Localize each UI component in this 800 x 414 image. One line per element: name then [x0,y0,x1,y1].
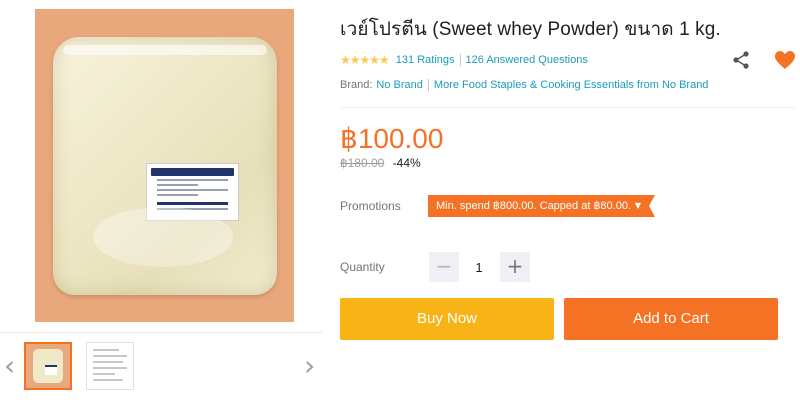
product-gallery: ‹ › [0,0,325,414]
buy-now-button[interactable]: Buy Now [340,298,554,340]
share-icon[interactable] [731,50,751,70]
thumbnail-divider [0,332,322,333]
chevron-down-icon: ▼ [634,201,642,210]
chevron-right-icon[interactable]: › [304,352,320,380]
price-details: ฿180.00 -44% [340,156,421,170]
whey-bag-illustration [53,37,277,295]
rating-row: ★★★★★ 131 Ratings 126 Answered Questions [340,53,588,67]
section-divider [340,107,796,108]
bag-label [146,163,239,221]
separator [459,54,461,66]
quantity-input[interactable] [462,252,496,282]
promotion-tag[interactable]: Min. spend ฿800.00. Capped at ฿80.00. ▼ [428,195,655,217]
brand-row: Brand: No Brand More Food Staples & Cook… [340,78,708,92]
thumbnail-1[interactable] [24,342,72,390]
heart-icon[interactable] [774,50,796,70]
brand-label: Brand: [340,79,373,91]
discount-badge: -44% [392,156,421,170]
more-from-brand-link[interactable]: More Food Staples & Cooking Essentials f… [434,79,709,91]
current-price: ฿100.00 [340,123,444,154]
separator [427,79,429,91]
thumbnail-2[interactable] [86,342,134,390]
quantity-label: Quantity [340,260,385,274]
add-to-cart-button[interactable]: Add to Cart [564,298,778,340]
product-title: เวย์โปรตีน (Sweet whey Powder) ขนาด 1 kg… [340,19,721,40]
original-price: ฿180.00 [340,156,385,170]
promotion-text: Min. spend ฿800.00. Capped at ฿80.00. [436,200,632,212]
promotions-label: Promotions [340,199,401,213]
ratings-link[interactable]: 131 Ratings [396,54,455,66]
rating-stars: ★★★★★ [340,53,390,67]
quantity-decrease-button[interactable]: − [429,252,459,282]
product-main-image[interactable] [35,9,294,322]
answered-questions-link[interactable]: 126 Answered Questions [466,54,588,66]
quantity-increase-button[interactable]: + [500,252,530,282]
brand-link[interactable]: No Brand [376,79,422,91]
chevron-left-icon[interactable]: ‹ [4,352,20,380]
